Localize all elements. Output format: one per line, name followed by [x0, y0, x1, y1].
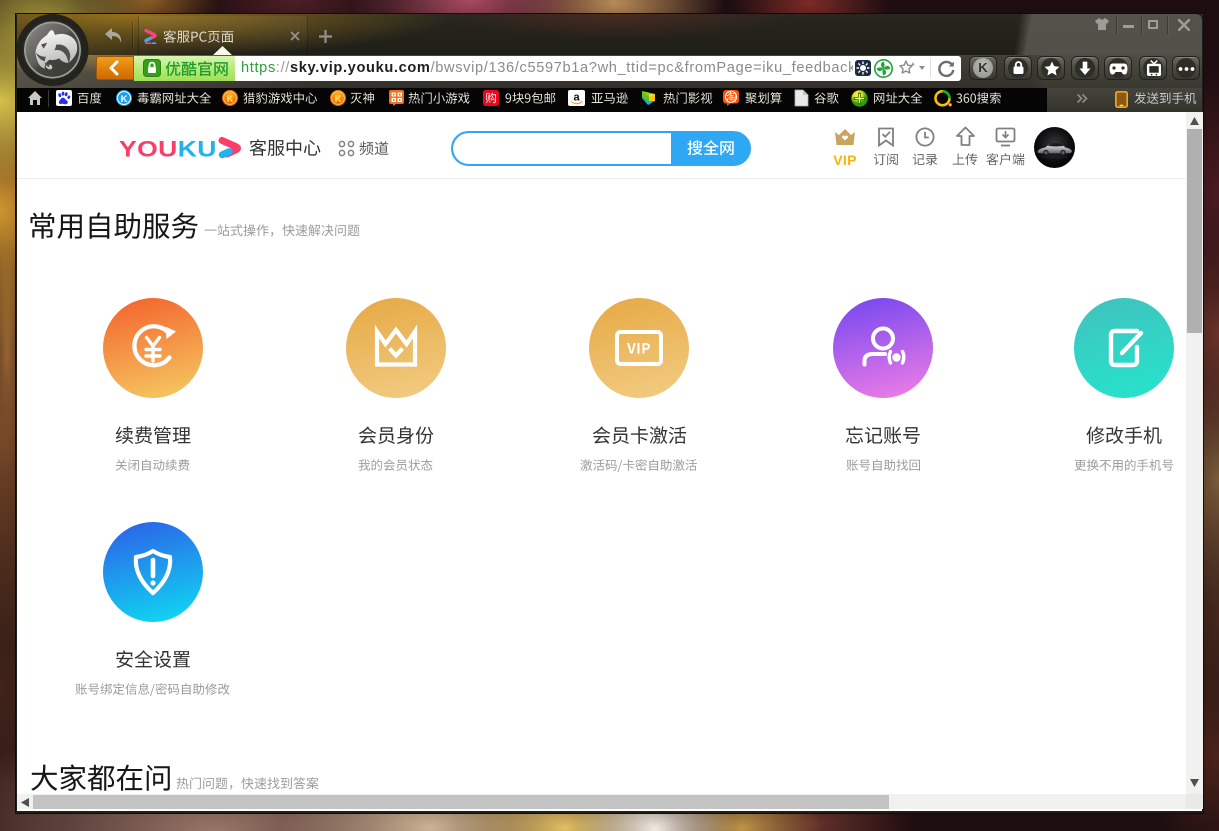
svg-text:K: K [227, 94, 234, 105]
svg-text:K: K [335, 94, 342, 105]
svg-text:a: a [573, 92, 580, 104]
svg-text:K: K [121, 94, 128, 105]
